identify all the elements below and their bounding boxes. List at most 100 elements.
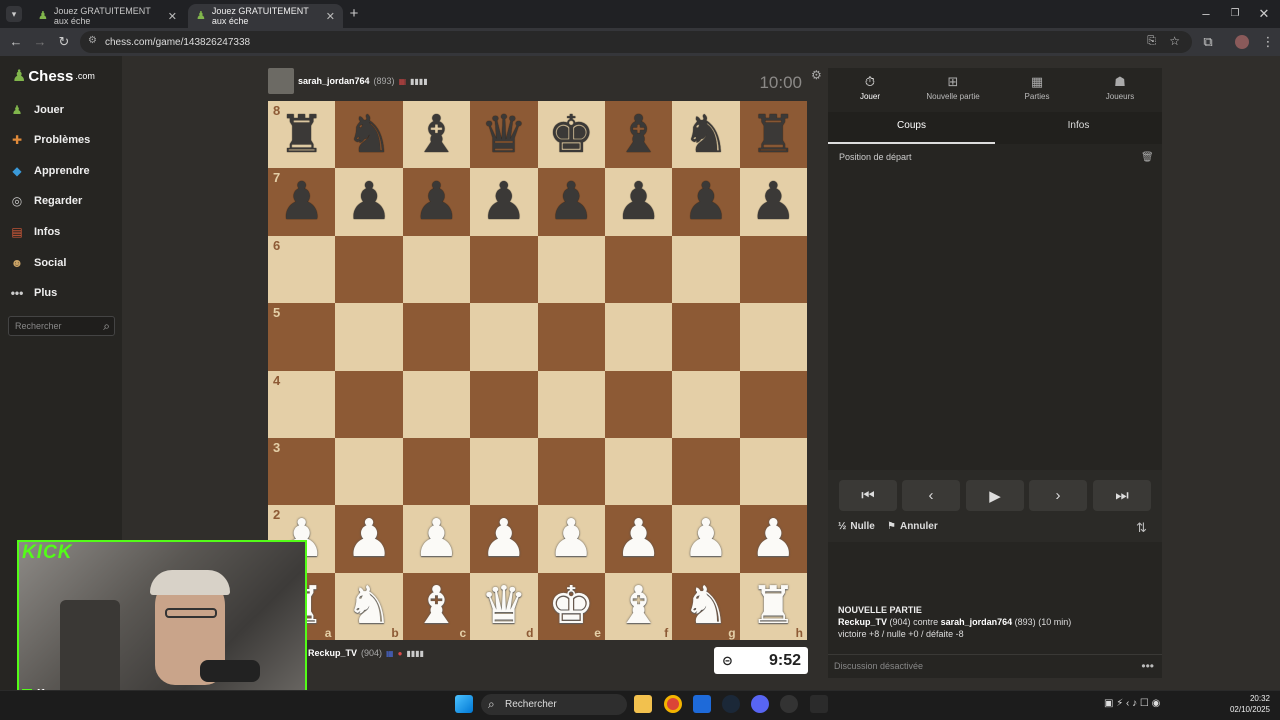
white-king-piece[interactable]: ♚ <box>548 580 595 632</box>
board-square-h6[interactable] <box>739 235 807 304</box>
black-king-piece[interactable]: ♚ <box>548 109 595 161</box>
sidebar-item-plus[interactable]: ••• Plus <box>8 282 58 304</box>
board-square-b2[interactable]: ♟ <box>335 505 403 573</box>
browser-tab-active[interactable]: ♟ Jouez GRATUITEMENT aux éche ✕ <box>188 4 343 28</box>
tray-icons[interactable]: ▣ ⚡ ‹ ♪ ☐ ◉ <box>1104 698 1160 709</box>
bookmark-star-icon[interactable]: ☆ <box>1169 34 1180 48</box>
browser-menu-icon[interactable]: ⋮ <box>1260 34 1276 50</box>
profile-avatar[interactable] <box>1235 35 1249 49</box>
board-square-c7[interactable]: ♟ <box>402 168 471 236</box>
board-square-e8[interactable]: ♚ <box>537 101 605 169</box>
board-square-d7[interactable]: ♟ <box>470 168 538 236</box>
board-square-f1[interactable]: f ♝ <box>604 572 673 640</box>
white-bishop-piece[interactable]: ♝ <box>615 580 662 632</box>
board-square-f4[interactable] <box>604 370 673 438</box>
black-rook-piece[interactable]: ♜ <box>750 109 797 161</box>
board-square-f8[interactable]: ♝ <box>604 101 673 169</box>
clock-tray[interactable]: 20:32 02/10/2025 <box>1226 693 1270 715</box>
board-square-f2[interactable]: ♟ <box>604 505 673 573</box>
first-move-button[interactable]: ⏮ <box>839 480 897 511</box>
board-square-e6[interactable] <box>537 235 605 304</box>
board-square-e1[interactable]: e ♚ <box>537 572 605 640</box>
black-knight-piece[interactable]: ♞ <box>346 109 393 161</box>
board-square-a3[interactable]: 3 <box>268 437 336 506</box>
board-square-d4[interactable] <box>470 370 538 438</box>
board-square-a8[interactable]: 8 ♜ <box>268 101 336 169</box>
board-square-d2[interactable]: ♟ <box>470 505 538 573</box>
chrome-icon[interactable] <box>664 695 682 713</box>
board-square-h3[interactable] <box>739 437 807 506</box>
board-square-g5[interactable] <box>672 303 740 371</box>
windows-start-icon[interactable] <box>455 695 473 713</box>
sidebar-search-input[interactable]: Rechercher ⌕ <box>8 316 115 336</box>
chess-board[interactable]: 8♜♞♝♛♚♝♞♜7♟♟♟♟♟♟♟♟65432♟♟♟♟♟♟♟♟1a♜b♞c♝d♛… <box>268 101 807 640</box>
board-square-e2[interactable]: ♟ <box>537 505 605 573</box>
white-knight-piece[interactable]: ♞ <box>346 580 393 632</box>
board-square-f7[interactable]: ♟ <box>604 168 673 236</box>
white-pawn-piece[interactable]: ♟ <box>413 513 460 565</box>
app-arrow-icon[interactable] <box>810 695 828 713</box>
white-player[interactable]: Reckup_TV <box>838 617 887 627</box>
board-square-c8[interactable]: ♝ <box>402 101 471 169</box>
board-square-b6[interactable] <box>335 235 403 304</box>
board-square-a4[interactable]: 4 <box>268 370 336 438</box>
board-square-e5[interactable] <box>537 303 605 371</box>
board-square-a5[interactable]: 5 <box>268 303 336 371</box>
sidebar-item-jouer[interactable]: ♟ Jouer <box>8 99 64 121</box>
tab-nouvelle-partie[interactable]: ⊞ Nouvelle partie <box>911 74 995 110</box>
board-square-f3[interactable] <box>604 437 673 506</box>
tab-parties[interactable]: ▦ Parties <box>995 74 1079 110</box>
white-pawn-piece[interactable]: ♟ <box>750 513 797 565</box>
flip-board-icon[interactable]: ⇅ <box>1136 520 1147 536</box>
board-square-g1[interactable]: g ♞ <box>672 572 740 640</box>
new-tab-button[interactable]: + <box>346 6 362 22</box>
black-bishop-piece[interactable]: ♝ <box>413 109 460 161</box>
close-window-button[interactable]: ✕ <box>1256 6 1272 22</box>
board-square-h8[interactable]: ♜ <box>739 101 807 169</box>
sidebar-item-infos[interactable]: ▤ Infos <box>8 221 60 243</box>
chat-options-icon[interactable]: ••• <box>1141 655 1154 677</box>
board-square-b8[interactable]: ♞ <box>335 101 403 169</box>
top-player-name[interactable]: sarah_jordan764 <box>298 76 370 86</box>
white-pawn-piece[interactable]: ♟ <box>346 513 393 565</box>
board-square-b1[interactable]: b ♞ <box>335 572 403 640</box>
board-square-g3[interactable] <box>672 437 740 506</box>
black-bishop-piece[interactable]: ♝ <box>615 109 662 161</box>
abort-button[interactable]: ⚑ Annuler <box>887 521 938 532</box>
previous-move-button[interactable]: ‹ <box>902 480 960 511</box>
close-tab-icon[interactable]: ✕ <box>168 10 177 23</box>
white-knight-piece[interactable]: ♞ <box>683 580 730 632</box>
tab-jouer[interactable]: ⏱ Jouer <box>828 74 912 110</box>
trash-icon[interactable]: 🗑 <box>1141 152 1154 163</box>
black-pawn-piece[interactable]: ♟ <box>750 176 797 228</box>
play-button[interactable]: ▶ <box>966 480 1024 511</box>
board-square-g7[interactable]: ♟ <box>672 168 740 236</box>
app-icon[interactable] <box>693 695 711 713</box>
board-square-b4[interactable] <box>335 370 403 438</box>
board-square-g2[interactable]: ♟ <box>672 505 740 573</box>
board-square-c2[interactable]: ♟ <box>402 505 471 573</box>
board-settings-gear-icon[interactable]: ⚙ <box>811 68 822 82</box>
reload-icon[interactable]: ↻ <box>56 34 72 50</box>
white-pawn-piece[interactable]: ♟ <box>615 513 662 565</box>
sidebar-item-apprendre[interactable]: ◆ Apprendre <box>8 160 89 182</box>
board-square-g8[interactable]: ♞ <box>672 101 740 169</box>
sidebar-item-regarder[interactable]: ◎ Regarder <box>8 190 83 212</box>
search-icon[interactable]: ⌕ <box>103 319 110 334</box>
board-square-c4[interactable] <box>402 370 471 438</box>
black-pawn-piece[interactable]: ♟ <box>346 176 393 228</box>
board-square-d5[interactable] <box>470 303 538 371</box>
sidebar-item-social[interactable]: ☻ Social <box>8 252 67 274</box>
white-rook-piece[interactable]: ♜ <box>750 580 797 632</box>
bottom-player-name[interactable]: Reckup_TV <box>308 648 357 658</box>
board-square-a7[interactable]: 7 ♟ <box>268 168 336 236</box>
next-move-button[interactable]: › <box>1029 480 1087 511</box>
board-square-h7[interactable]: ♟ <box>739 168 807 236</box>
board-square-h5[interactable] <box>739 303 807 371</box>
board-square-g4[interactable] <box>672 370 740 438</box>
board-square-f5[interactable] <box>604 303 673 371</box>
steam-icon[interactable] <box>722 695 740 713</box>
obs-icon[interactable] <box>780 695 798 713</box>
board-square-e3[interactable] <box>537 437 605 506</box>
black-queen-piece[interactable]: ♛ <box>481 109 528 161</box>
